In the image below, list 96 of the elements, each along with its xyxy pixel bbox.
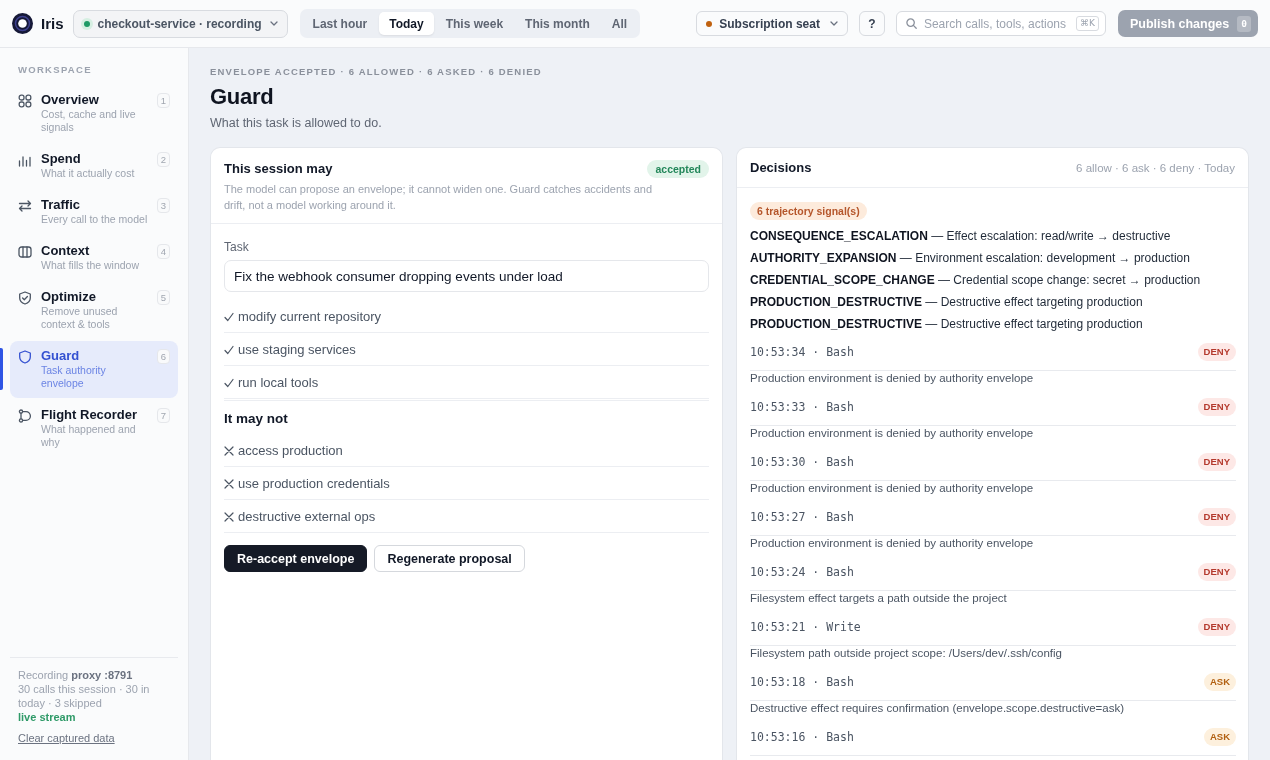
signal-text: CREDENTIAL_SCOPE_CHANGE — Credential scope change: secret → production — [750, 272, 1201, 289]
section-label: WORKSPACE — [17, 63, 93, 76]
nav-item[interactable]: Spend What it actually cost 2 — [10, 144, 178, 188]
field-label: Task — [224, 239, 250, 255]
shortcut-badge: 7 — [157, 408, 170, 423]
shortcut-badge: 5 — [157, 290, 170, 305]
primary-button[interactable]: Re-accept envelope — [224, 545, 368, 572]
decision-message: Destructive effect requires confirmation (envelope.scope.destructive=ask) — [750, 701, 1125, 715]
shortcut-badge: 1 — [157, 93, 170, 108]
nav-item[interactable]: Overview Cost, cache and live signals 1 — [10, 85, 178, 142]
signal-text: PRODUCTION_DESTRUCTIVE — Destructive effect targeting production — [750, 294, 1143, 311]
time-range-tab[interactable]: Today — [379, 12, 434, 35]
signal-text: AUTHORITY_EXPANSION — Environment escalation: development → production — [750, 250, 1190, 267]
check-icon — [224, 345, 234, 355]
time-range-tab[interactable]: All — [601, 12, 638, 35]
route-icon — [18, 409, 32, 423]
shortcut-key: ⌘K — [1076, 16, 1099, 31]
card-description: The model can propose an envelope; it cannot widen one. Guard catches accidents and drift, not a model working around it. — [224, 182, 654, 213]
decision-message: Production environment is denied by authority envelope — [750, 481, 1034, 495]
page-eyebrow: ENVELOPE ACCEPTED · 6 ALLOWED · 6 ASKED · 6 DENIED — [210, 66, 543, 78]
decision-message: Production environment is denied by authority envelope — [750, 426, 1034, 440]
permission-text: run local tools — [238, 375, 319, 391]
nav-item[interactable]: Optimize Remove unused context & tools 5 — [10, 282, 178, 339]
decision-call: 10:53:27 · Bash — [750, 510, 854, 524]
secondary-button[interactable]: Regenerate proposal — [374, 545, 525, 572]
verdict-badge: DENY — [1197, 563, 1236, 581]
permission-text: use staging services — [238, 342, 356, 358]
shield-check-icon — [18, 291, 32, 305]
time-range-tab[interactable]: Last hour — [302, 12, 378, 35]
time-range-tab[interactable]: This week — [435, 12, 514, 35]
help-button[interactable]: ? — [858, 11, 885, 36]
recording-status: Recording proxy :8791 — [18, 668, 134, 682]
decision-call: 10:53:16 · Bash — [750, 730, 854, 744]
permission-text: use production credentials — [238, 476, 390, 492]
status-dot-icon — [80, 17, 93, 30]
cross-icon — [224, 512, 234, 522]
grid-icon — [18, 94, 32, 108]
permission-text: destructive external ops — [238, 509, 376, 525]
decision-call: 10:53:33 · Bash — [750, 400, 854, 414]
status-dot-icon — [706, 20, 713, 27]
active-indicator — [0, 348, 3, 390]
decision-message: Production environment is denied by authority envelope — [750, 371, 1034, 385]
live-stream-status: live stream — [18, 710, 77, 724]
verdict-badge: DENY — [1197, 343, 1236, 361]
decision-call: 10:53:21 · Write — [750, 620, 861, 634]
columns-icon — [18, 245, 32, 259]
permission-text: modify current repository — [238, 309, 382, 325]
verdict-badge: DENY — [1197, 453, 1236, 471]
decision-call: 10:53:30 · Bash — [750, 455, 854, 469]
shortcut-badge: 4 — [157, 244, 170, 259]
verdict-badge: DENY — [1197, 618, 1236, 636]
caret-icon — [829, 21, 838, 26]
card-title: Decisions — [750, 160, 812, 175]
time-range-tab[interactable]: This month — [515, 12, 600, 35]
status-badge: accepted — [647, 160, 709, 178]
task-field[interactable]: Fix the webhook consumer dropping events under load — [224, 260, 709, 292]
shortcut-badge: 2 — [157, 152, 170, 167]
signal-text: CONSEQUENCE_ESCALATION — Effect escalation: read/write → destructive — [750, 228, 1171, 245]
verdict-badge: DENY — [1197, 508, 1236, 526]
decision-message: Filesystem effect targets a path outside the project — [750, 591, 1007, 605]
brand-name: Iris — [41, 15, 64, 32]
search-icon — [905, 18, 917, 29]
logo-icon — [12, 13, 33, 34]
decision-message: Production environment is denied by authority envelope — [750, 536, 1034, 550]
shield-icon — [18, 350, 32, 364]
verdict-badge: DENY — [1197, 398, 1236, 416]
verdict-badge: ASK — [1203, 673, 1236, 691]
cross-icon — [224, 479, 234, 489]
decision-call: 10:53:24 · Bash — [750, 565, 854, 579]
page-subtitle: What this task is allowed to do. — [210, 115, 383, 132]
nav-item[interactable]: Flight Recorder What happened and why 7 — [10, 400, 178, 457]
permission-text: access production — [238, 443, 343, 459]
shortcut-badge: 3 — [157, 198, 170, 213]
cross-icon — [224, 446, 234, 456]
signal-text: PRODUCTION_DESTRUCTIVE — Destructive effect targeting production — [750, 316, 1143, 333]
card-title: This session may — [224, 161, 333, 177]
check-icon — [224, 312, 234, 322]
nav-item[interactable]: Context What fills the window 4 — [10, 236, 178, 280]
environment-dropdown[interactable]: checkout-service · recording — [72, 9, 288, 38]
clear-data-link[interactable]: Clear captured data — [18, 731, 115, 745]
decision-call: 10:53:34 · Bash — [750, 345, 854, 359]
swap-arrows-icon — [18, 199, 32, 213]
session-stats: 30 calls this session · 30 in today · 3 skipped — [18, 682, 151, 710]
section-heading: It may not — [224, 411, 289, 427]
seat-dropdown[interactable]: Subscription seat — [696, 11, 848, 36]
caret-icon — [269, 21, 278, 26]
shortcut-badge: 6 — [157, 349, 170, 364]
nav-item[interactable]: Traffic Every call to the model 3 — [10, 190, 178, 234]
page-title: Guard — [210, 83, 275, 111]
decisions-summary: 6 allow · 6 ask · 6 deny · Today — [1076, 161, 1235, 174]
verdict-badge: ASK — [1203, 728, 1236, 746]
check-icon — [224, 378, 234, 388]
decision-message: Filesystem path outside project scope: /Users/dev/.ssh/config — [750, 646, 1062, 660]
decision-call: 10:53:18 · Bash — [750, 675, 854, 689]
count-badge: 0 — [1237, 15, 1251, 32]
signal-count-badge: 6 trajectory signal(s) — [750, 202, 867, 220]
